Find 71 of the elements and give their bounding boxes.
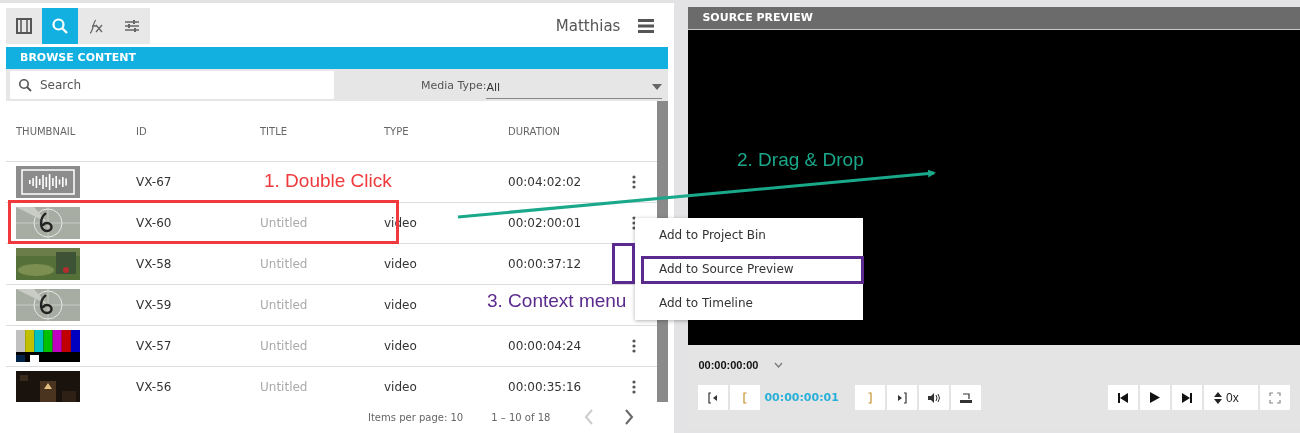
insert-icon xyxy=(959,392,972,403)
mark-out-icon xyxy=(896,391,907,404)
next-page-button[interactable] xyxy=(624,409,635,425)
more-icon xyxy=(632,175,636,189)
table-cell: video xyxy=(384,380,417,394)
caret-icon xyxy=(774,362,784,368)
search-icon xyxy=(51,17,69,35)
media-type-dropdown[interactable]: All xyxy=(486,76,663,99)
more-icon xyxy=(632,339,636,353)
table-cell: VX-60 xyxy=(136,216,172,230)
chevron-left-icon xyxy=(584,409,595,425)
player-button[interactable] xyxy=(1172,385,1202,410)
column-header: ID xyxy=(136,125,148,137)
user-name: Matthias xyxy=(555,17,621,35)
panel-title: SOURCE PREVIEW xyxy=(688,7,1300,30)
menu-button[interactable] xyxy=(638,19,655,33)
table-cell: video xyxy=(384,339,417,353)
more-icon xyxy=(632,216,636,230)
current-timecode: 00:00:00:01 xyxy=(764,391,839,404)
table-cell: Untitled xyxy=(260,380,308,394)
section-title: BROWSE CONTENT xyxy=(6,47,669,69)
timecode-dropdown[interactable]: 00:00:00:00 xyxy=(698,359,784,371)
dropdown-caret-icon xyxy=(652,84,663,90)
more-icon xyxy=(632,380,636,394)
fullscreen-icon xyxy=(1269,391,1281,404)
bracket-icon xyxy=(743,391,748,404)
skip-forward-icon xyxy=(1182,392,1192,403)
table-cell: Untitled xyxy=(260,298,308,312)
skip-back-icon xyxy=(1118,392,1128,403)
menu-item[interactable]: Add to Project Bin xyxy=(635,218,863,252)
table-cell: VX-56 xyxy=(136,380,172,394)
speed-button[interactable]: 0x xyxy=(1204,385,1258,410)
player-button[interactable] xyxy=(950,385,981,410)
menu-item[interactable]: Add to Source Preview xyxy=(635,252,863,286)
table-cell: video xyxy=(384,257,417,271)
table-cell: video xyxy=(384,298,417,312)
media-type-label: Media Type: xyxy=(420,79,487,94)
up-down-icon xyxy=(1214,391,1222,404)
column-header: TYPE xyxy=(384,125,410,137)
mark-in-icon xyxy=(708,391,719,404)
table-cell: 00:04:02:02 xyxy=(508,175,582,189)
bracket-icon xyxy=(867,391,872,404)
speaker-icon xyxy=(926,391,941,404)
player-button[interactable] xyxy=(1108,385,1138,410)
table-cell: 00:00:35:16 xyxy=(508,380,582,394)
search-icon xyxy=(18,78,32,92)
table-cell: Untitled xyxy=(260,339,308,353)
column-header: THUMBNAIL xyxy=(16,125,77,137)
column-header: DURATION xyxy=(508,125,562,137)
fx-icon xyxy=(87,17,105,35)
items-per-page: Items per page: 10 xyxy=(368,411,464,423)
player-button[interactable] xyxy=(918,385,949,410)
page-range: 1 – 10 of 18 xyxy=(491,411,551,423)
play-icon xyxy=(1150,392,1160,403)
player-button[interactable] xyxy=(1140,385,1170,410)
table-cell: VX-67 xyxy=(136,175,172,189)
column-header: TITLE xyxy=(260,125,289,137)
table-cell: Untitled xyxy=(260,257,308,271)
menu-icon xyxy=(638,19,655,33)
film-icon xyxy=(15,17,33,35)
table-cell: VX-57 xyxy=(136,339,172,353)
sliders-icon xyxy=(123,17,141,35)
table-cell: 00:00:04:24 xyxy=(508,339,582,353)
search-field[interactable]: Search xyxy=(10,71,334,99)
table-cell: Untitled xyxy=(260,216,308,230)
table-cell: 00:02:00:01 xyxy=(508,216,582,230)
menu-item[interactable]: Add to Timeline xyxy=(635,286,863,320)
table-cell: VX-58 xyxy=(136,257,172,271)
chevron-right-icon xyxy=(624,409,635,425)
table-cell: 00:00:37:12 xyxy=(508,257,582,271)
table-cell: VX-59 xyxy=(136,298,172,312)
